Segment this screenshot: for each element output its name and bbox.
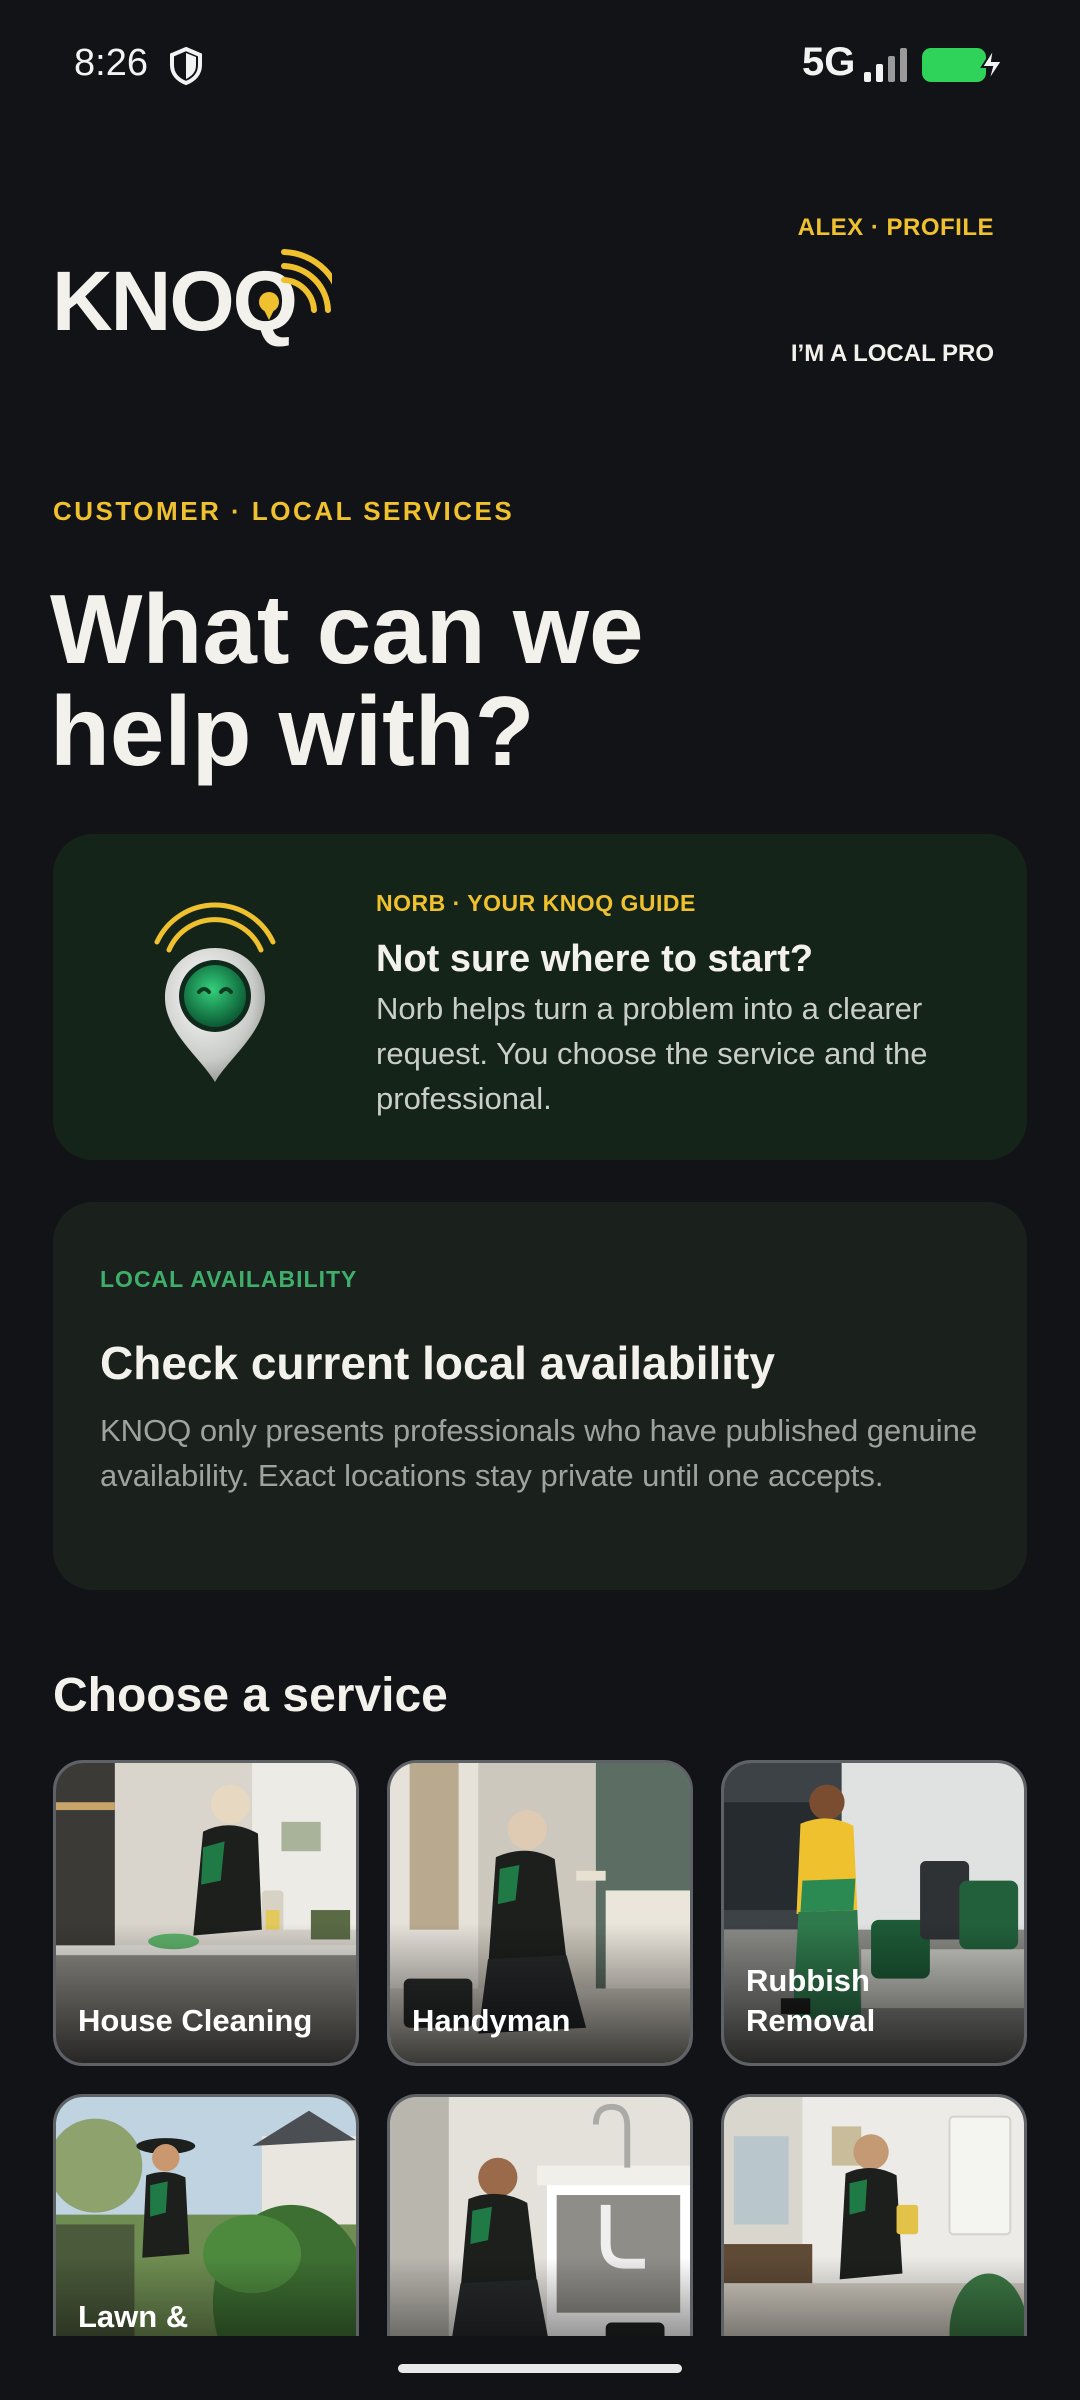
services-heading: Choose a service	[53, 1669, 448, 1722]
service-tile-electrical[interactable]	[721, 2094, 1027, 2336]
availability-card[interactable]: LOCAL AVAILABILITY Check current local a…	[53, 1202, 1027, 1590]
norb-description: Norb helps turn a problem into a clearer…	[376, 991, 928, 1116]
availability-title: Check current local availability	[100, 1337, 775, 1389]
availability-description: KNOQ only presents professionals who hav…	[100, 1413, 978, 1493]
knoq-logo[interactable]: KNOQ	[52, 238, 332, 348]
battery-charging-icon	[922, 47, 1004, 83]
service-label: Handyman	[412, 2003, 571, 2038]
status-time: 8:26	[74, 42, 148, 84]
local-pro-link[interactable]: I’M A LOCAL PRO	[791, 340, 994, 368]
network-label: 5G	[802, 40, 856, 84]
profile-link[interactable]: ALEX · PROFILE	[798, 214, 994, 242]
home-indicator[interactable]	[398, 2364, 682, 2373]
service-tile-rubbish-removal[interactable]: Rubbish Removal	[721, 1760, 1027, 2066]
headline-line-1: What can we	[50, 574, 644, 684]
shield-icon	[170, 46, 202, 86]
headline-line-2: help with?	[50, 676, 535, 786]
service-tile-plumbing[interactable]	[387, 2094, 693, 2336]
status-bar: 8:26 5G	[0, 0, 1080, 130]
service-label: House Cleaning	[78, 2003, 313, 2038]
norb-mascot-icon	[154, 902, 276, 1082]
page-title: What can we help with?	[50, 578, 850, 782]
norb-guide-card[interactable]: NORB · YOUR KNOQ GUIDE Not sure where to…	[53, 834, 1027, 1160]
service-tile-lawn[interactable]: Lawn &	[53, 2094, 359, 2336]
hero-eyebrow: CUSTOMER · LOCAL SERVICES	[53, 496, 515, 526]
service-tile-house-cleaning[interactable]: House Cleaning	[53, 1760, 359, 2066]
signal-icon	[864, 48, 907, 82]
service-grid: House Cleaning Handyman Rubbish Removal …	[53, 1760, 1027, 2336]
availability-eyebrow: LOCAL AVAILABILITY	[100, 1266, 358, 1292]
norb-title: Not sure where to start?	[376, 938, 814, 980]
service-label: Rubbish Removal	[746, 1963, 876, 2038]
service-tile-handyman[interactable]: Handyman	[387, 1760, 693, 2066]
service-label: Lawn &	[78, 2299, 189, 2334]
norb-eyebrow: NORB · YOUR KNOQ GUIDE	[376, 890, 696, 916]
